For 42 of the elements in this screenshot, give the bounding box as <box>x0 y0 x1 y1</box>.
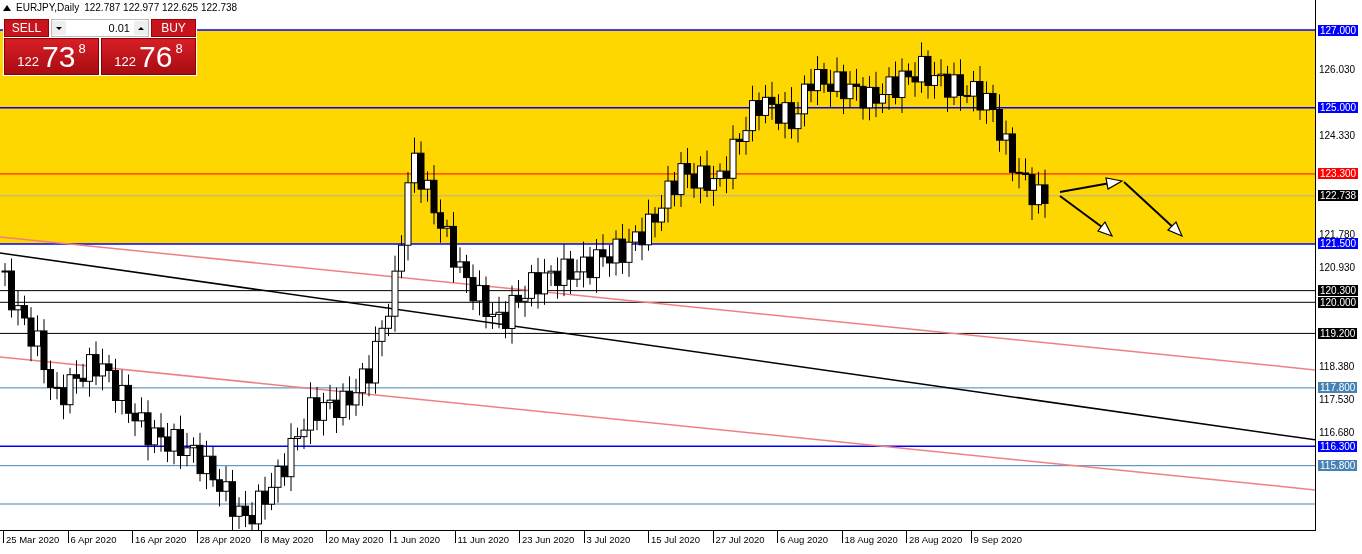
price-level-label: 117.800 <box>1318 382 1358 394</box>
price-level-label: 115.800 <box>1318 460 1358 472</box>
price-axis-label: 120.930 <box>1319 262 1356 274</box>
buy-button[interactable]: BUY <box>151 19 196 37</box>
date-axis-label: 6 Aug 2020 <box>777 531 842 543</box>
date-axis-label: 27 Jul 2020 <box>712 531 777 543</box>
sell-price-button[interactable]: 122 73$^{8}$ <box>4 38 99 75</box>
date-axis-label: 16 Apr 2020 <box>132 531 197 543</box>
date-axis-label: 25 Mar 2020 <box>3 531 68 543</box>
price-axis-label: 116.680 <box>1319 427 1355 439</box>
symbol-title: EURJPY,Daily <box>16 2 80 13</box>
collapse-triangle-icon[interactable] <box>3 4 11 11</box>
price-level-label: 127.000 <box>1318 24 1359 36</box>
ohlc-values: 122.787 122.977 122.625 122.738 <box>84 2 238 13</box>
date-axis-label: 11 Jun 2020 <box>454 531 519 543</box>
date-axis-label: 9 Sep 2020 <box>970 531 1035 543</box>
price-axis-label: 124.330 <box>1319 129 1356 141</box>
price-level-label: 116.300 <box>1318 440 1358 452</box>
sell-button[interactable]: SELL <box>4 19 49 37</box>
price-level-label: 125.000 <box>1318 102 1359 114</box>
date-axis-label: 3 Jul 2020 <box>583 531 648 543</box>
price-level-label: 119.200 <box>1318 327 1358 339</box>
price-axis-label: 117.530 <box>1319 394 1355 406</box>
date-axis-label: 1 Jun 2020 <box>390 531 455 543</box>
date-axis-label: 18 Aug 2020 <box>841 531 906 543</box>
date-axis-label: 28 Apr 2020 <box>196 531 261 543</box>
price-axis-label: 126.030 <box>1319 63 1356 75</box>
buy-price-button[interactable]: 122 76$^{8}$ <box>101 38 196 75</box>
lot-size-field[interactable]: 0.01 <box>51 19 149 37</box>
price-level-label: 121.500 <box>1318 238 1359 250</box>
price-axis-label: 121.780 <box>1319 229 1356 241</box>
price-level-label: 123.300 <box>1318 168 1359 180</box>
price-level-label: 120.300 <box>1318 285 1359 297</box>
date-axis-label: 15 Jul 2020 <box>648 531 713 543</box>
date-axis-label: 20 May 2020 <box>325 531 390 543</box>
date-axis-label: 8 May 2020 <box>261 531 326 543</box>
price-axis-label: 118.380 <box>1319 361 1355 373</box>
date-axis-label: 6 Apr 2020 <box>67 531 132 543</box>
date-axis-label: 23 Jun 2020 <box>519 531 584 543</box>
date-axis-label: 28 Aug 2020 <box>906 531 971 543</box>
price-level-label: 120.000 <box>1318 296 1359 308</box>
price-level-label: 122.738 <box>1318 190 1359 202</box>
